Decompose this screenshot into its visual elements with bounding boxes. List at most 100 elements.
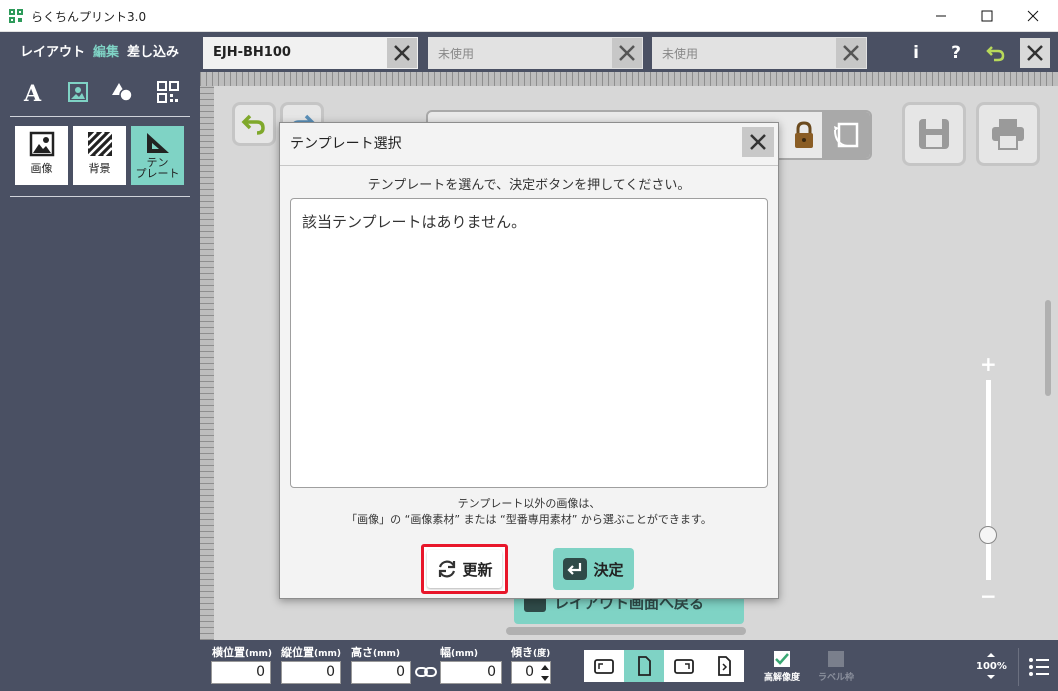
- refresh-label: 更新: [462, 560, 493, 579]
- y-position-label: 縦位置(mm): [281, 646, 341, 659]
- tile-template[interactable]: テン プレート: [131, 126, 184, 185]
- ruler-horizontal: [200, 72, 1058, 86]
- image-tool-button[interactable]: [64, 78, 92, 106]
- close-icon: [394, 45, 410, 61]
- info-icon: i: [913, 43, 919, 63]
- close-icon: [843, 45, 859, 61]
- checkbox-disabled-icon: [828, 651, 844, 667]
- doc-tab-label: 未使用: [438, 47, 475, 61]
- stripes-icon: [86, 131, 113, 157]
- doc-tab-3[interactable]: 未使用: [652, 37, 867, 69]
- dialog-close-button[interactable]: [742, 127, 774, 157]
- tile-label: テン プレート: [135, 156, 180, 180]
- refresh-highlight: 更新: [421, 544, 508, 594]
- link-aspect-icon[interactable]: [415, 665, 437, 679]
- shape-tool-button[interactable]: [109, 78, 137, 106]
- width-input[interactable]: 0: [440, 661, 502, 684]
- ok-label: 決定: [593, 560, 624, 579]
- x-position-input[interactable]: 0: [211, 661, 271, 684]
- tab-layout[interactable]: レイアウト: [20, 41, 85, 60]
- vertical-scrollbar[interactable]: [1045, 300, 1051, 396]
- x-position-label: 横位置(mm): [212, 646, 272, 659]
- undo-button[interactable]: [232, 102, 276, 146]
- dialog-instruction: テンプレートを選んで、決定ボタンを押してください。: [367, 178, 691, 193]
- minimize-button[interactable]: [918, 0, 964, 32]
- y-position-input[interactable]: 0: [281, 661, 341, 684]
- empty-message: 該当テンプレートはありません。: [302, 213, 527, 231]
- divider: [10, 116, 190, 117]
- zoom-out-icon[interactable]: −: [980, 584, 997, 608]
- label-frame-label: ラベル枠: [818, 673, 855, 683]
- label-frame-toggle[interactable]: ラベル枠: [818, 650, 854, 683]
- photo-icon: [29, 131, 54, 157]
- doc-tab-label: 未使用: [662, 47, 699, 61]
- dialog-title: テンプレート選択: [290, 136, 402, 152]
- template-select-dialog: テンプレート選択 テンプレートを選んで、決定ボタンを押してください。 該当テンプ…: [279, 122, 779, 599]
- image-icon: [67, 82, 88, 102]
- angle-label: 傾き(度): [511, 646, 551, 659]
- tile-label: 背景: [88, 162, 111, 175]
- svg-text:A: A: [23, 81, 42, 104]
- high-res-toggle[interactable]: 高解像度: [764, 650, 800, 683]
- save-button[interactable]: [902, 102, 966, 166]
- orientation-rotate-right-button[interactable]: [664, 650, 704, 682]
- width-label: 幅(mm): [440, 646, 478, 659]
- help-button[interactable]: ?: [940, 37, 972, 69]
- angle-stepper-icon[interactable]: [540, 663, 550, 683]
- tile-row: 画像 背景 テン プレート: [15, 126, 184, 185]
- checkbox-checked-icon: [774, 651, 790, 667]
- zoom-slider-thumb[interactable]: [979, 526, 997, 544]
- note-line: テンプレート以外の画像は、: [457, 497, 601, 510]
- ok-button[interactable]: 決定: [553, 548, 634, 590]
- orientation-portrait-button[interactable]: [624, 650, 664, 682]
- close-tab-button[interactable]: [387, 38, 417, 68]
- close-icon: [1027, 45, 1043, 61]
- undo-icon: [986, 46, 1005, 62]
- maximize-button[interactable]: [964, 0, 1010, 32]
- rotate-icon: [834, 122, 859, 148]
- close-tab-button[interactable]: [836, 38, 866, 68]
- orientation-flip-button[interactable]: [704, 650, 744, 682]
- lock-button[interactable]: [786, 112, 822, 158]
- doc-tab-1[interactable]: EJH-BH100: [203, 37, 418, 69]
- doc-tab-2[interactable]: 未使用: [428, 37, 643, 69]
- rotate-button[interactable]: [822, 112, 870, 158]
- horizontal-scrollbar[interactable]: [506, 627, 746, 635]
- qrcode-tool-button[interactable]: [154, 78, 182, 106]
- tab-merge[interactable]: 差し込み: [127, 41, 179, 60]
- divider: [10, 196, 190, 197]
- orientation-rotate-left-button[interactable]: [584, 650, 624, 682]
- info-button[interactable]: i: [900, 37, 932, 69]
- tile-image[interactable]: 画像: [15, 126, 68, 185]
- tile-background[interactable]: 背景: [73, 126, 126, 185]
- height-label: 高さ(mm): [351, 646, 400, 659]
- refresh-button[interactable]: 更新: [427, 550, 502, 588]
- close-editor-button[interactable]: [1020, 38, 1050, 68]
- zoom-in-icon[interactable]: +: [980, 352, 997, 376]
- ruler-triangle-icon: [146, 133, 169, 153]
- close-tab-button[interactable]: [612, 38, 642, 68]
- zoom-level[interactable]: 100%: [976, 650, 1007, 683]
- app-icon: [9, 9, 23, 23]
- print-button[interactable]: [976, 102, 1040, 166]
- height-input[interactable]: 0: [351, 661, 411, 684]
- page-flip-icon: [718, 656, 731, 676]
- mode-tabs: レイアウト 編集 差し込み: [0, 32, 200, 69]
- undo-header-button[interactable]: [980, 37, 1012, 69]
- text-icon: A: [23, 81, 42, 104]
- template-list[interactable]: 該当テンプレートはありません。: [290, 198, 768, 488]
- ruler-vertical: [200, 86, 214, 640]
- tab-edit[interactable]: 編集: [93, 41, 119, 60]
- enter-icon: [563, 558, 588, 580]
- title-bar: らくちんプリント3.0: [0, 0, 1058, 32]
- orientation-group: [584, 650, 744, 682]
- page-rotate-right-icon: [674, 659, 694, 674]
- menu-button[interactable]: [1018, 648, 1058, 686]
- text-tool-button[interactable]: A: [19, 78, 47, 106]
- left-panel: レイアウト 編集 差し込み A 画像 背景 テン プレート: [0, 32, 200, 691]
- close-window-button[interactable]: [1010, 0, 1056, 32]
- zoom-slider-track[interactable]: [986, 380, 991, 580]
- page-portrait-icon: [638, 656, 651, 676]
- document-tabs: EJH-BH100 未使用 未使用 i ?: [200, 32, 1058, 72]
- printer-icon: [992, 119, 1024, 150]
